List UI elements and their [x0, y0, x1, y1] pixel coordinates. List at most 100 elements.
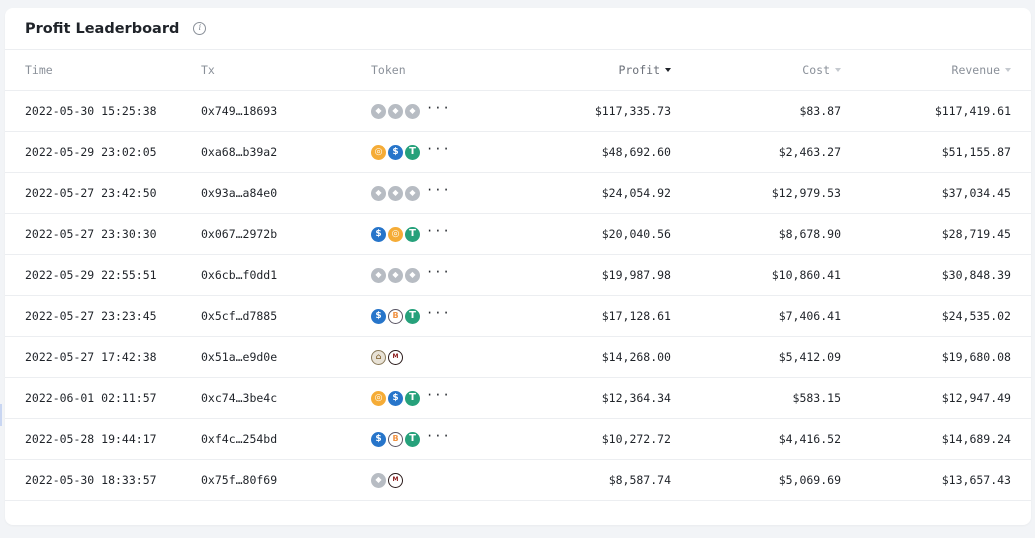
table-row[interactable]: 2022-05-27 17:42:38 0x51a…e9d0e $14,268.…: [5, 337, 1031, 378]
ethereum-icon: [371, 103, 386, 119]
card-title: Profit Leaderboard: [25, 20, 180, 37]
profit-cell: $14,268.00: [601, 350, 671, 364]
profit-cell: $24,054.92: [601, 186, 671, 200]
info-icon[interactable]: i: [193, 22, 207, 35]
usdc-icon: [371, 308, 386, 324]
more-tokens-icon[interactable]: ···: [426, 375, 451, 415]
tether-icon: [405, 308, 420, 324]
tx-hash-link[interactable]: 0x749…18693: [201, 91, 277, 131]
usdc-icon: [371, 431, 386, 447]
profit-cell: $48,692.60: [601, 145, 671, 159]
more-tokens-icon[interactable]: ···: [426, 252, 451, 292]
more-tokens-icon[interactable]: ···: [426, 170, 451, 210]
dai-icon: [371, 144, 386, 160]
cost-cell: $5,412.09: [778, 350, 841, 364]
tx-hash-link[interactable]: 0x75f…80f69: [201, 460, 277, 500]
tether-icon: [405, 431, 420, 447]
token-cell: ···: [371, 378, 451, 418]
revenue-cell: $24,535.02: [941, 309, 1011, 323]
table-row[interactable]: 2022-05-27 23:23:45 0x5cf…d7885 ··· $17,…: [5, 296, 1031, 337]
profit-cell: $17,128.61: [601, 309, 671, 323]
table-row[interactable]: 2022-05-29 23:02:05 0xa68…b39a2 ··· $48,…: [5, 132, 1031, 173]
tether-icon: [405, 226, 420, 242]
revenue-cell: $117,419.61: [934, 104, 1011, 118]
tx-hash-link[interactable]: 0x51a…e9d0e: [201, 337, 277, 377]
table-row[interactable]: 2022-05-27 23:30:30 0x067…2972b ··· $20,…: [5, 214, 1031, 255]
profit-cell: $8,587.74: [608, 473, 671, 487]
token-cell: ···: [371, 419, 451, 459]
time-cell: 2022-05-27 17:42:38: [25, 350, 157, 364]
time-cell: 2022-05-28 19:44:17: [25, 432, 157, 446]
tx-hash-link[interactable]: 0x6cb…f0dd1: [201, 255, 277, 295]
more-tokens-icon[interactable]: ···: [426, 416, 451, 456]
ethereum-icon: [388, 103, 403, 119]
profit-leaderboard-card: Profit Leaderboard i Time Tx Token Profi…: [5, 8, 1031, 525]
usdc-icon: [371, 226, 386, 242]
table-row[interactable]: 2022-05-30 15:25:38 0x749…18693 ··· $117…: [5, 91, 1031, 132]
ethereum-icon: [388, 267, 403, 283]
meta-token-icon: [388, 472, 403, 488]
cost-cell: $4,416.52: [778, 432, 841, 446]
more-tokens-icon[interactable]: ···: [426, 129, 451, 169]
cost-cell: $10,860.41: [771, 268, 841, 282]
ethereum-icon: [405, 103, 420, 119]
cost-cell: $12,979.53: [771, 186, 841, 200]
sort-icon: [835, 67, 841, 72]
wbtc-icon: [388, 308, 403, 324]
table-row[interactable]: 2022-05-29 22:55:51 0x6cb…f0dd1 ··· $19,…: [5, 255, 1031, 296]
revenue-cell: $28,719.45: [941, 227, 1011, 241]
table-row[interactable]: 2022-06-01 02:11:57 0xc74…3be4c ··· $12,…: [5, 378, 1031, 419]
card-header: Profit Leaderboard i: [5, 8, 1031, 50]
table-row[interactable]: 2022-05-30 18:33:57 0x75f…80f69 $8,587.7…: [5, 460, 1031, 501]
token-cell: ···: [371, 296, 451, 336]
meta-token-icon: [388, 349, 403, 365]
tx-hash-link[interactable]: 0xf4c…254bd: [201, 419, 277, 459]
tx-hash-link[interactable]: 0x067…2972b: [201, 214, 277, 254]
revenue-cell: $30,848.39: [941, 268, 1011, 282]
token-cell: ···: [371, 91, 451, 131]
cost-cell: $83.87: [799, 104, 841, 118]
revenue-cell: $19,680.08: [941, 350, 1011, 364]
column-header-profit[interactable]: Profit: [485, 50, 671, 90]
wbtc-icon: [388, 431, 403, 447]
profit-cell: $20,040.56: [601, 227, 671, 241]
column-header-cost[interactable]: Cost: [685, 50, 841, 90]
revenue-cell: $13,657.43: [941, 473, 1011, 487]
dai-icon: [371, 390, 386, 406]
token-cell: ···: [371, 173, 451, 213]
cost-cell: $5,069.69: [778, 473, 841, 487]
ethereum-icon: [371, 267, 386, 283]
profit-cell: $117,335.73: [594, 104, 671, 118]
usdc-icon: [388, 390, 403, 406]
profit-cell: $19,987.98: [601, 268, 671, 282]
tx-hash-link[interactable]: 0x93a…a84e0: [201, 173, 277, 213]
tx-hash-link[interactable]: 0xc74…3be4c: [201, 378, 277, 418]
ethereum-icon: [371, 472, 386, 488]
cost-cell: $583.15: [792, 391, 841, 405]
table-row[interactable]: 2022-05-28 19:44:17 0xf4c…254bd ··· $10,…: [5, 419, 1031, 460]
more-tokens-icon[interactable]: ···: [426, 88, 451, 128]
tether-icon: [405, 390, 420, 406]
profit-cell: $10,272.72: [601, 432, 671, 446]
token-cell: ···: [371, 214, 451, 254]
table-row[interactable]: 2022-05-27 23:42:50 0x93a…a84e0 ··· $24,…: [5, 173, 1031, 214]
token-cell: [371, 337, 405, 377]
ethereum-icon: [405, 185, 420, 201]
more-tokens-icon[interactable]: ···: [426, 293, 451, 333]
ethereum-icon: [388, 185, 403, 201]
tx-hash-link[interactable]: 0xa68…b39a2: [201, 132, 277, 172]
scroll-edge-marker: [0, 404, 2, 426]
sort-icon: [1005, 67, 1011, 72]
tx-hash-link[interactable]: 0x5cf…d7885: [201, 296, 277, 336]
table-body: 2022-05-30 15:25:38 0x749…18693 ··· $117…: [5, 91, 1031, 501]
column-header-time: Time: [25, 63, 53, 77]
time-cell: 2022-05-27 23:30:30: [25, 227, 157, 241]
column-header-revenue[interactable]: Revenue: [855, 50, 1011, 90]
token-cell: ···: [371, 132, 451, 172]
revenue-cell: $51,155.87: [941, 145, 1011, 159]
column-header-token: Token: [371, 63, 406, 77]
time-cell: 2022-05-30 15:25:38: [25, 104, 157, 118]
ethereum-icon: [371, 185, 386, 201]
revenue-cell: $12,947.49: [941, 391, 1011, 405]
more-tokens-icon[interactable]: ···: [426, 211, 451, 251]
